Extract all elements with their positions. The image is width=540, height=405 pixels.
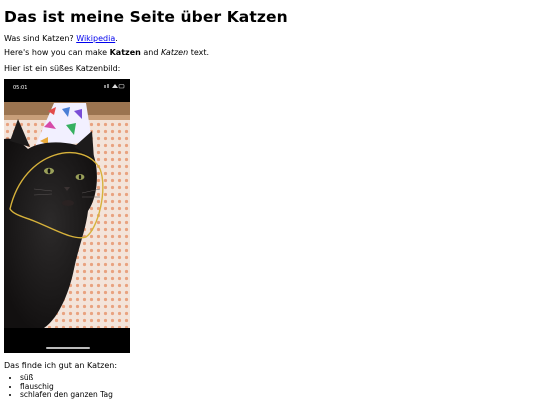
cat-likes-list: süß flauschig schlafen den ganzen Tag (4, 373, 113, 400)
format-text-prefix: Here's how you can make (4, 48, 110, 57)
home-indicator-icon (46, 347, 90, 349)
format-paragraph: Here's how you can make Katzen and Katze… (4, 48, 209, 58)
format-text-middle: and (140, 48, 161, 57)
intro-period: . (115, 34, 118, 43)
image-caption: Hier ist ein süßes Katzenbild: (4, 64, 121, 73)
status-time: 05:01 (13, 85, 27, 91)
bold-text: Katzen (109, 48, 141, 57)
cat-photo: 05:01 (4, 79, 130, 353)
intro-text: Was sind Katzen? (4, 34, 77, 43)
page-title: Das ist meine Seite über Katzen (4, 8, 288, 26)
list-heading: Das finde ich gut an Katzen: (4, 361, 118, 370)
format-text-suffix: text. (188, 48, 210, 57)
wikipedia-link[interactable]: Wikipedia (76, 34, 115, 43)
list-item: schlafen den ganzen Tag (20, 391, 113, 400)
intro-paragraph: Was sind Katzen? Wikipedia. (4, 34, 118, 44)
italic-text: Katzen (160, 48, 189, 57)
